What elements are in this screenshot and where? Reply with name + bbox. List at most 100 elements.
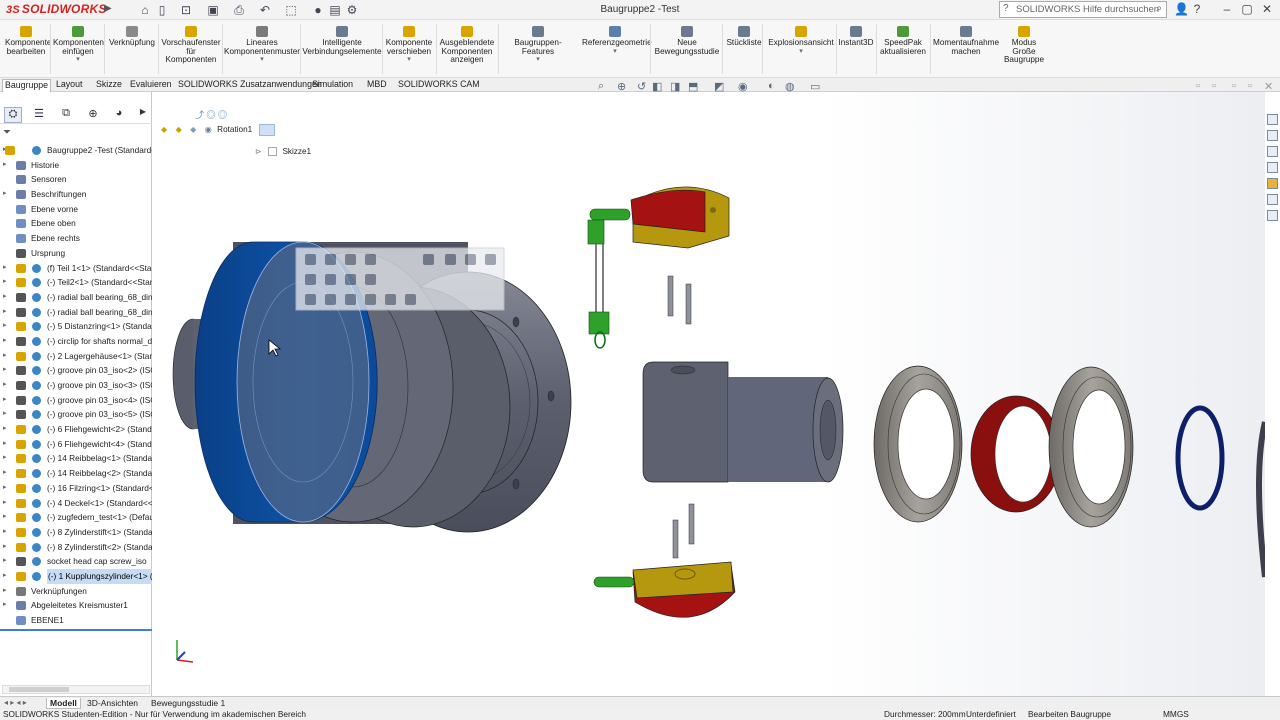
design-library-icon[interactable]	[1267, 130, 1278, 141]
forum-icon[interactable]	[1267, 210, 1278, 221]
status-units[interactable]: MMGS	[1163, 709, 1189, 719]
expand-arrow-icon[interactable]: ▸	[3, 378, 11, 393]
property-manager-tab-icon[interactable]: ☰	[30, 107, 48, 123]
tab-4[interactable]: SOLIDWORKS Zusatzanwendungen	[176, 79, 324, 89]
tree-item[interactable]: ▸ Verknüpfungen	[0, 584, 152, 599]
ribbon-button-4[interactable]: Lineares Komponentenmuster ▾	[224, 26, 300, 65]
scrollbar-thumb[interactable]	[9, 687, 69, 692]
ribbon-button-7[interactable]: Ausgeblendete Komponenten anzeigen	[438, 26, 496, 65]
ribbon-button-0[interactable]: Komponente bearbeiten	[5, 26, 51, 56]
maximize-icon[interactable]: ▢	[1240, 2, 1254, 16]
bottom-tab-0[interactable]: Modell	[46, 698, 81, 709]
tree-item[interactable]: ▸ (-) groove pin 03_iso<2> (ISO	[0, 363, 152, 378]
chevron-down-icon[interactable]: ▾	[53, 56, 103, 65]
tree-item[interactable]: ▸ (-) 8 Zylinderstift<2> (Standa	[0, 540, 152, 555]
feature-manager-tab-icon[interactable]: ⛭	[4, 107, 22, 123]
ribbon-button-9[interactable]: Referenzgeometrie ▾	[582, 26, 652, 56]
tree-item[interactable]: ▸ (-) circlip for shafts normal_d	[0, 334, 152, 349]
ribbon-button-14[interactable]: SpeedPak aktualisieren	[879, 26, 927, 56]
tree-item[interactable]: ▸ (-) 14 Reibbelag<2> (Standar	[0, 466, 152, 481]
tree-item[interactable]: ▸ socket head cap screw_iso	[0, 554, 152, 569]
ribbon-button-6[interactable]: Komponente verschieben ▾	[384, 26, 434, 65]
expand-arrow-icon[interactable]: ▸	[3, 334, 11, 349]
flyweight-top[interactable]	[630, 186, 730, 249]
tension-spring-bottom[interactable]	[593, 576, 635, 588]
tree-item[interactable]: ▸ (-) zugfedern_test<1> (Defau	[0, 510, 152, 525]
expand-arrow-icon[interactable]: ▸	[3, 554, 11, 569]
ribbon-button-8[interactable]: Baugruppen-Features ▾	[500, 26, 576, 65]
expand-arrow-icon[interactable]: ▸	[3, 540, 11, 555]
context-toolbar[interactable]	[295, 247, 505, 311]
viewport-maximize-icon[interactable]: ▫	[1248, 80, 1252, 92]
expand-arrow-icon[interactable]: ▸	[3, 510, 11, 525]
expand-arrow-icon[interactable]: ▸	[3, 422, 11, 437]
breadcrumb-feature-label[interactable]: Rotation1	[217, 125, 252, 134]
expand-arrow-icon[interactable]: ▸	[3, 187, 11, 202]
chevron-down-icon[interactable]: ▾	[766, 48, 836, 57]
configuration-manager-tab-icon[interactable]: ⧉	[57, 107, 75, 123]
breadcrumb-face-icon[interactable]	[258, 124, 275, 136]
breadcrumb-part-icon[interactable]: ◆	[176, 125, 182, 134]
tab-7[interactable]: SOLIDWORKS CAM	[396, 79, 482, 89]
tab-2[interactable]: Skizze	[94, 79, 124, 89]
tree-item[interactable]: ▸ (-) radial ball bearing_68_din-	[0, 290, 152, 305]
breadcrumb-body-icon[interactable]: ◆	[190, 125, 196, 134]
tree-item[interactable]: ▸ (-) 6 Fliehgewicht<2> (Standa	[0, 422, 152, 437]
solidworks-resources-icon[interactable]	[1267, 114, 1278, 125]
tree-item[interactable]: ▸ Beschriftungen	[0, 187, 152, 202]
tree-item[interactable]: ▸ (-) Teil2<1> (Standard<<Stan	[0, 275, 152, 290]
ribbon-button-10[interactable]: Neue Bewegungsstudie	[654, 26, 720, 56]
bottom-tab-2[interactable]: Bewegungsstudie 1	[148, 698, 228, 708]
tree-item[interactable]: ▸ (-) 1 Kupplungszylinder<1> (	[0, 568, 152, 584]
graphics-viewport[interactable]: ⤴ ◎ ◎ ◆ ◆ ◆ ◉ Rotation1 ⊳ Skizze1	[153, 92, 1265, 696]
tab-0[interactable]: Baugruppe	[2, 79, 52, 92]
tree-item[interactable]: ▸ (-) 6 Fliehgewicht<4> (Standa	[0, 437, 152, 452]
expand-arrow-icon[interactable]: ▸	[3, 451, 11, 466]
tab-6[interactable]: MBD	[365, 79, 389, 89]
expand-arrow-icon[interactable]: ▸	[3, 525, 11, 540]
expand-arrow-icon[interactable]: ▸	[3, 349, 11, 364]
custom-properties-icon[interactable]	[1267, 194, 1278, 205]
coupling-shaft-part[interactable]	[642, 361, 844, 483]
ribbon-button-12[interactable]: Explosionsansicht ▾	[766, 26, 836, 56]
viewport-tile-icon[interactable]: ▫	[1212, 80, 1216, 92]
tree-item[interactable]: ▸ (-) 2 Lagergehäuse<1> (Stanc	[0, 349, 152, 364]
expand-arrow-icon[interactable]: ▸	[3, 481, 11, 496]
expand-arrow-icon[interactable]: ▸	[3, 437, 11, 452]
expand-arrow-icon[interactable]: ▸	[3, 305, 11, 320]
ribbon-button-1[interactable]: Komponenten einfügen ▾	[53, 26, 104, 65]
breadcrumb[interactable]: ◆ ◆ ◆ ◉ Rotation1	[161, 124, 275, 138]
expand-arrow-icon[interactable]: ▸	[3, 319, 11, 334]
tree-item[interactable]: ▸ (-) 5 Distanzring<1> (Standar	[0, 319, 152, 334]
expand-arrow-icon[interactable]: ▸	[3, 569, 11, 584]
radial-ball-bearing-2[interactable]	[1048, 366, 1134, 528]
viewport-restore-icon[interactable]: ▫	[1196, 80, 1200, 92]
tree-item[interactable]: EBENE1	[0, 613, 152, 628]
tree-filter-icon[interactable]: ⏷	[3, 127, 11, 138]
tree-item[interactable]: Sensoren	[0, 172, 152, 187]
tree-item[interactable]: ▸ (-) radial ball bearing_68_din-	[0, 305, 152, 320]
ribbon-button-15[interactable]: Momentaufnahme machen	[932, 26, 1000, 56]
file-explorer-icon[interactable]	[1267, 146, 1278, 157]
expand-arrow-icon[interactable]: ▸	[3, 275, 11, 290]
tree-item[interactable]: ▸ (-) 8 Zylinderstift<1> (Standa	[0, 525, 152, 540]
close-icon[interactable]: ✕	[1260, 2, 1274, 16]
help-icon[interactable]: ?	[1190, 2, 1204, 16]
ribbon-button-3[interactable]: Vorschaufenster für Komponenten	[160, 26, 222, 65]
chevron-down-icon[interactable]: ▾	[224, 56, 300, 65]
breadcrumb-top-icons[interactable]: ⤴ ◎ ◎	[195, 108, 227, 121]
tree-item[interactable]: ▸ (-) 4 Deckel<1> (Standard<<	[0, 496, 152, 511]
expand-arrow-icon[interactable]: ▸	[3, 290, 11, 305]
rollback-bar[interactable]	[0, 629, 152, 631]
tree-item[interactable]: Ebene rechts	[0, 231, 152, 246]
expand-arrow-icon[interactable]: ▸	[3, 466, 11, 481]
expand-arrow-icon[interactable]: ▸	[3, 598, 11, 613]
tree-item[interactable]: Ursprung	[0, 246, 152, 261]
display-manager-tab-icon[interactable]: ◕	[110, 107, 128, 123]
tree-item[interactable]: ▸ Abgeleitetes Kreismuster1	[0, 598, 152, 613]
ribbon-button-2[interactable]: Verknüpfung	[107, 26, 157, 48]
tree-item[interactable]: ▸ (-) groove pin 03_iso<3> (ISO	[0, 378, 152, 393]
expand-arrow-icon[interactable]: ▸	[3, 584, 11, 599]
tree-item[interactable]: ▸ Historie	[0, 158, 152, 173]
tree-root[interactable]: ▸Baugruppe2 -Test (Standard<Anz	[0, 143, 152, 158]
